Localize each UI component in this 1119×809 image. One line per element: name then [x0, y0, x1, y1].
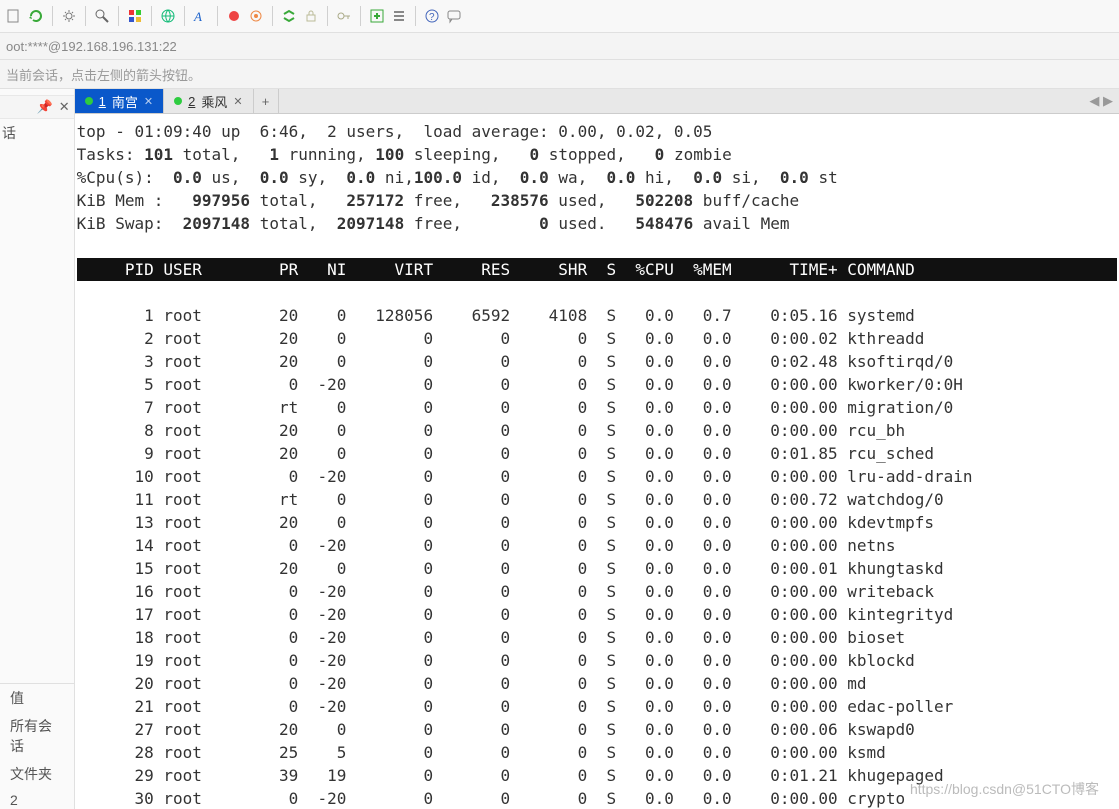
address-text: oot:****@192.168.196.131:22 — [6, 39, 177, 54]
target-icon[interactable] — [246, 6, 266, 26]
close-icon[interactable]: ✕ — [59, 99, 70, 115]
status-dot-icon — [85, 97, 93, 105]
status-dot-icon — [174, 97, 182, 105]
sidebar-item[interactable]: 2 — [0, 788, 74, 809]
globe-icon[interactable] — [158, 6, 178, 26]
font-icon[interactable]: A — [191, 6, 211, 26]
tab-index: 2 — [188, 94, 195, 109]
sidebar-item[interactable]: 值 — [0, 684, 74, 712]
expand-icon[interactable] — [279, 6, 299, 26]
gear-icon[interactable] — [59, 6, 79, 26]
sidebar-pin-row: 📌 ✕ — [0, 95, 74, 119]
tab-2[interactable]: 2 乘风 ✕ — [164, 89, 253, 113]
hint-text: 当前会话，点击左侧的箭头按钮。 — [6, 65, 201, 84]
list-icon[interactable] — [389, 6, 409, 26]
tab-add-button[interactable]: + — [254, 89, 279, 113]
main-toolbar: A ? — [0, 0, 1119, 33]
sidebar-top: 话 — [0, 119, 74, 238]
refresh-icon[interactable] — [26, 6, 46, 26]
lock-icon[interactable] — [301, 6, 321, 26]
chat-icon[interactable] — [444, 6, 464, 26]
color-icon[interactable] — [125, 6, 145, 26]
tab-bar: 1 南宫 ✕ 2 乘风 ✕ + ◀ ▶ — [75, 89, 1119, 114]
key-icon[interactable] — [334, 6, 354, 26]
tab-1[interactable]: 1 南宫 ✕ — [75, 89, 164, 113]
file-icon[interactable] — [4, 6, 24, 26]
tab-close-icon[interactable]: ✕ — [144, 95, 153, 108]
tab-label: 南宫 — [112, 92, 138, 111]
sidebar-bottom: 值 所有会话 文件夹 2 — [0, 683, 74, 809]
sidebar-item[interactable]: 所有会话 — [0, 712, 74, 760]
search-icon[interactable] — [92, 6, 112, 26]
main-area: 1 南宫 ✕ 2 乘风 ✕ + ◀ ▶ top - 01:09:40 up 6:… — [75, 89, 1119, 809]
sidebar: 📌 ✕ 话 值 所有会话 文件夹 2 — [0, 89, 75, 809]
record-icon[interactable] — [224, 6, 244, 26]
help-icon[interactable]: ? — [422, 6, 442, 26]
add-icon[interactable] — [367, 6, 387, 26]
sidebar-label-1: 话 — [2, 123, 72, 143]
terminal-output[interactable]: top - 01:09:40 up 6:46, 2 users, load av… — [75, 114, 1119, 809]
tab-nav-arrows[interactable]: ◀ ▶ — [1089, 89, 1113, 113]
svg-text:A: A — [193, 9, 202, 24]
tab-label: 乘风 — [201, 92, 227, 111]
sidebar-item[interactable]: 文件夹 — [0, 760, 74, 788]
svg-text:?: ? — [429, 12, 435, 23]
hint-bar: 当前会话，点击左侧的箭头按钮。 — [0, 60, 1119, 89]
tab-close-icon[interactable]: ✕ — [233, 95, 242, 108]
tab-index: 1 — [99, 94, 106, 109]
pin-icon[interactable]: 📌 — [37, 99, 53, 115]
address-bar: oot:****@192.168.196.131:22 — [0, 33, 1119, 60]
